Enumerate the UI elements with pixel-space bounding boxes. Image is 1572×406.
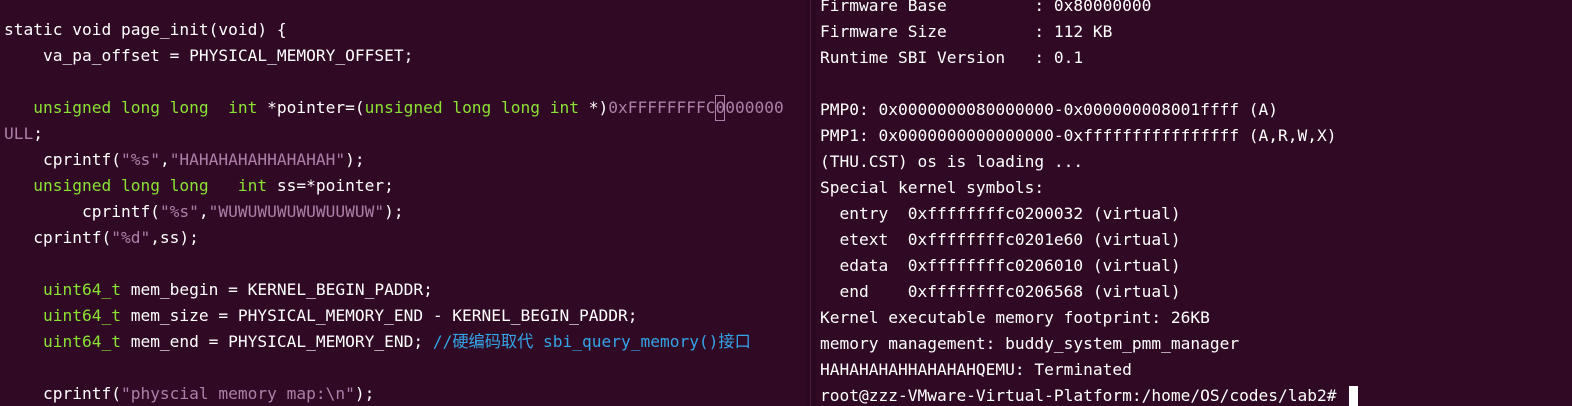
terminal-line: PMP1: 0x0000000000000000-0xfffffffffffff…: [820, 126, 1337, 145]
code-keyword: unsigned long long int: [33, 176, 268, 195]
code-line: uint64_t mem_end = PHYSICAL_MEMORY_END; …: [4, 329, 751, 355]
code-number: 0xFFFFFFFFC: [608, 98, 716, 117]
code-text: va_pa_offset = PHYSICAL_MEMORY_OFFSET;: [4, 46, 414, 65]
code-text: cprintf(: [4, 384, 121, 403]
terminal-line: etext 0xffffffffc0201e60 (virtual): [820, 230, 1181, 249]
code-line: uint64_t mem_begin = KERNEL_BEGIN_PADDR;: [4, 277, 433, 303]
code-text: );: [354, 384, 375, 403]
code-line: uint64_t mem_size = PHYSICAL_MEMORY_END …: [4, 303, 638, 329]
code-keyword: unsigned long long int: [33, 98, 258, 117]
code-text: *): [579, 98, 609, 117]
code-text: cprintf(: [4, 202, 160, 221]
code-text: ,ss);: [150, 228, 199, 247]
code-line: cprintf("%s","HAHAHAHAHHAHAHAH");: [4, 147, 365, 173]
shell-prompt: root@zzz-VMware-Virtual-Platform:/home/O…: [820, 386, 1347, 405]
code-string: "%s": [159, 202, 199, 221]
terminal-line: (THU.CST) os is loading ...: [820, 152, 1084, 171]
code-line: cprintf("%s","WUWUWUWUWUWUUWUW");: [4, 199, 404, 225]
code-keyword: uint64_t: [42, 332, 121, 351]
code-number: 000000: [725, 98, 784, 117]
code-keyword: uint64_t: [42, 306, 121, 325]
terminal-line: Special kernel symbols:: [820, 178, 1045, 197]
code-line: va_pa_offset = PHYSICAL_MEMORY_OFFSET;: [4, 43, 413, 69]
code-string: "WUWUWUWUWUWUUWUW": [208, 202, 385, 221]
code-line: cprintf("%d",ss);: [4, 225, 199, 251]
terminal-line: Firmware Base : 0x80000000: [820, 0, 1152, 15]
code-text: );: [345, 150, 365, 169]
terminal-pane[interactable]: Firmware Base : 0x80000000 Firmware Size …: [816, 0, 1572, 406]
terminal-cursor[interactable]: [1349, 385, 1359, 406]
terminal-line: entry 0xffffffffc0200032 (virtual): [820, 204, 1181, 223]
code-text: ,: [198, 202, 209, 221]
code-text: *pointer=(: [257, 98, 365, 117]
code-keyword: uint64_t: [42, 280, 121, 299]
code-text: ;: [33, 124, 43, 143]
code-string: "%d": [111, 228, 151, 247]
code-text: ss=*pointer;: [267, 176, 394, 195]
terminal-prompt-line[interactable]: root@zzz-VMware-Virtual-Platform:/home/O…: [820, 383, 1359, 406]
terminal-line: Firmware Size : 112 KB: [820, 22, 1113, 41]
code-text: ,: [159, 150, 170, 169]
code-comment: //硬编码取代 sbi_query_memory()接口: [432, 332, 751, 351]
code-editor-pane[interactable]: static void page_init(void) { va_pa_offs…: [0, 0, 806, 406]
code-string: "HAHAHAHAHHAHAHAH": [169, 150, 346, 169]
code-string: "%s": [120, 150, 160, 169]
code-line: unsigned long long int ss=*pointer;: [4, 173, 394, 199]
terminal-line: end 0xffffffffc0206568 (virtual): [820, 282, 1181, 301]
code-text: );: [384, 202, 404, 221]
code-text: static void page_init(void) {: [4, 20, 287, 39]
code-line: unsigned long long int *pointer=(unsigne…: [4, 95, 784, 121]
code-line: cprintf("physcial memory map:\n");: [4, 381, 374, 406]
code-keyword: unsigned long long int: [364, 98, 580, 117]
terminal-line: Runtime SBI Version : 0.1: [820, 48, 1084, 67]
terminal-line: PMP0: 0x0000000080000000-0x000000008001f…: [820, 100, 1279, 119]
code-line: ULL;: [4, 121, 43, 147]
code-text: mem_begin = KERNEL_BEGIN_PADDR;: [120, 280, 433, 299]
code-text: mem_end = PHYSICAL_MEMORY_END;: [120, 332, 433, 351]
terminal-line: Kernel executable memory footprint: 26KB: [820, 308, 1210, 327]
pane-divider[interactable]: [806, 0, 816, 406]
terminal-line: HAHAHAHAHHAHAHAHQEMU: Terminated: [820, 360, 1132, 379]
code-text: mem_size = PHYSICAL_MEMORY_END - KERNEL_…: [120, 306, 638, 325]
code-number: ULL: [4, 124, 34, 143]
editor-cursor: 0: [715, 95, 726, 121]
code-text: cprintf(: [4, 228, 112, 247]
code-string: "physcial memory map:\n": [120, 384, 355, 403]
code-line: static void page_init(void) {: [4, 17, 287, 43]
terminal-line: edata 0xffffffffc0206010 (virtual): [820, 256, 1181, 275]
terminal-line: memory management: buddy_system_pmm_mana…: [820, 334, 1240, 353]
code-text: cprintf(: [4, 150, 121, 169]
